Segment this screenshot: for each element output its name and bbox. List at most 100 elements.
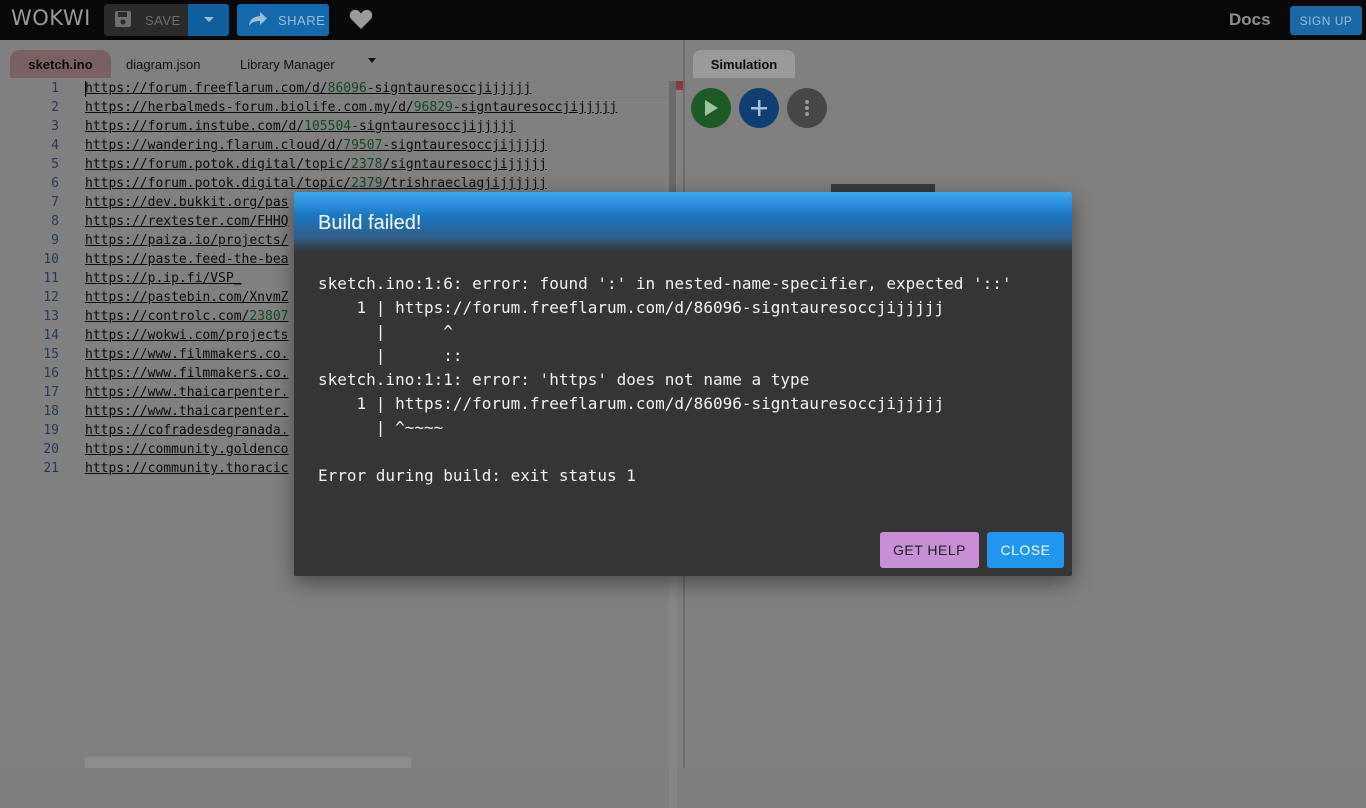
url-text: https://wokwi.com/projects [85,328,289,343]
line-text[interactable]: https://paste.feed-the-bea [85,250,289,269]
line-number: 12 [43,290,59,305]
heart-icon[interactable] [349,8,373,35]
close-button[interactable]: CLOSE [987,532,1064,568]
url-text: https://cofradesdegranada. [85,423,289,438]
line-number: 15 [43,347,59,362]
number-token: 86096 [327,81,367,96]
wokwi-logo[interactable]: WOKWI [11,6,91,30]
text-cursor [85,81,86,97]
line-text[interactable]: https://dev.bukkit.org/pas [85,193,289,212]
line-number: 9 [51,233,59,248]
url-text: https://community.goldenco [85,442,289,457]
docs-link[interactable]: Docs [1229,10,1271,30]
line-number: 10 [43,252,59,267]
tab-diagram-json[interactable]: diagram.json [126,50,200,78]
line-number: 17 [43,385,59,400]
line-text[interactable]: https://cofradesdegranada. [85,421,289,440]
line-text[interactable]: https://www.thaicarpenter. [85,383,289,402]
top-bar: WOKWI SAVE SHARE Docs SIGN UP [0,0,1366,40]
line-text[interactable]: https://wokwi.com/projects [85,326,289,345]
line-text[interactable]: https://paiza.io/projects/ [85,231,289,250]
signup-button[interactable]: SIGN UP [1290,6,1362,35]
save-label: SAVE [145,12,181,28]
editor-horizontal-scrollbar[interactable] [85,757,411,768]
tab-sketch-ino[interactable]: sketch.ino [10,50,111,78]
line-text[interactable]: https://forum.freeflarum.com/d/86096-sig… [85,79,531,98]
url-text: https://www.thaicarpenter. [85,404,289,419]
line-text[interactable]: https://forum.instube.com/d/105504-signt… [85,117,516,136]
tab-library-manager[interactable]: Library Manager [240,50,335,78]
line-number: 18 [43,404,59,419]
url-text: https://community.thoracic [85,461,289,476]
save-options-button[interactable] [188,4,229,36]
dialog-header: Build failed! [294,192,1072,252]
share-button[interactable]: SHARE [237,4,329,36]
line-number: 19 [43,423,59,438]
code-line[interactable]: 6 https://forum.potok.digital/topic/2379/… [0,174,670,193]
line-text[interactable]: https://community.thoracic [85,459,289,478]
plus-icon [751,100,767,116]
url-suffix: -signtauresoccjijjjjj [382,138,547,153]
number-token: 79507 [343,138,383,153]
line-number: 16 [43,366,59,381]
line-text[interactable]: https://wandering.flarum.cloud/d/79507-s… [85,136,547,155]
url-text: https://www.filmmakers.co. [85,366,289,381]
code-line[interactable]: 1 https://forum.freeflarum.com/d/86096-si… [0,79,670,98]
url-text: https://wandering.flarum.cloud/d/ [85,138,344,153]
tab-simulation[interactable]: Simulation [693,50,795,78]
line-number: 6 [51,176,59,191]
share-label: SHARE [278,12,326,28]
line-text[interactable]: https://pastebin.com/XnvmZ [85,288,289,307]
code-line[interactable]: 5 https://forum.potok.digital/topic/2378/… [0,155,670,174]
line-text[interactable]: https://www.filmmakers.co. [85,364,289,383]
url-suffix: -signtauresoccjijjjjj [366,81,532,96]
number-token: 2378 [351,157,383,172]
url-text: https://paste.feed-the-bea [85,252,289,267]
code-line[interactable]: 4 https://wandering.flarum.cloud/d/79507-… [0,136,670,155]
share-arrow-icon [248,11,268,30]
line-text[interactable]: https://www.filmmakers.co. [85,345,289,364]
url-text: https://p.ip.fi/VSP_ [85,271,242,286]
chevron-down-icon [203,11,215,29]
url-suffix: -signtauresoccjijjjjj [351,119,516,134]
more-vertical-icon [805,100,809,116]
line-number: 20 [43,442,59,457]
url-suffix: /signtauresoccjijjjjj [382,157,547,172]
play-icon [705,100,718,116]
add-part-button[interactable] [739,88,779,128]
more-options-button[interactable] [787,88,827,128]
url-text: https://forum.potok.digital/topic/ [85,157,352,172]
url-text: https://forum.potok.digital/topic/ [85,176,352,191]
line-text[interactable]: https://p.ip.fi/VSP_ [85,269,242,288]
code-line[interactable]: 3 https://forum.instube.com/d/105504-sign… [0,117,670,136]
number-token: 2379 [351,176,383,191]
save-icon [114,10,132,31]
url-text: https://controlc.com/ [85,309,250,324]
url-text: https://dev.bukkit.org/pas [85,195,289,210]
url-text: https://pastebin.com/XnvmZ [85,290,289,305]
line-text[interactable]: https://www.thaicarpenter. [85,402,289,421]
url-text: https://herbalmeds-forum.biolife.com.my/… [85,100,414,115]
line-text[interactable]: https://herbalmeds-forum.biolife.com.my/… [85,98,617,117]
url-suffix: -signtauresoccjijjjjj [452,100,618,115]
url-text: https://forum.instube.com/d/ [85,119,305,134]
line-number: 13 [43,309,59,324]
line-text[interactable]: https://controlc.com/23807 [85,307,289,326]
line-text[interactable]: https://rextester.com/FHHQ [85,212,289,231]
tabs-menu-icon[interactable] [368,58,376,63]
line-number: 4 [51,138,59,153]
line-text[interactable]: https://forum.potok.digital/topic/2379/t… [85,174,547,193]
line-text[interactable]: https://community.goldenco [85,440,289,459]
number-token: 23807 [249,309,289,324]
url-text: https://paiza.io/projects/ [85,233,289,248]
url-text: https://rextester.com/FHHQ [85,214,289,229]
line-text[interactable]: https://forum.potok.digital/topic/2378/s… [85,155,547,174]
line-number: 2 [51,100,59,115]
get-help-button[interactable]: GET HELP [880,532,979,568]
error-log: sketch.ino:1:6: error: found ':' in nest… [318,274,1012,485]
line-number: 7 [51,195,59,210]
save-button[interactable]: SAVE [104,4,188,36]
start-simulation-button[interactable] [691,88,731,128]
url-text: https://www.filmmakers.co. [85,347,289,362]
code-line[interactable]: 2 https://herbalmeds-forum.biolife.com.my… [0,98,670,117]
